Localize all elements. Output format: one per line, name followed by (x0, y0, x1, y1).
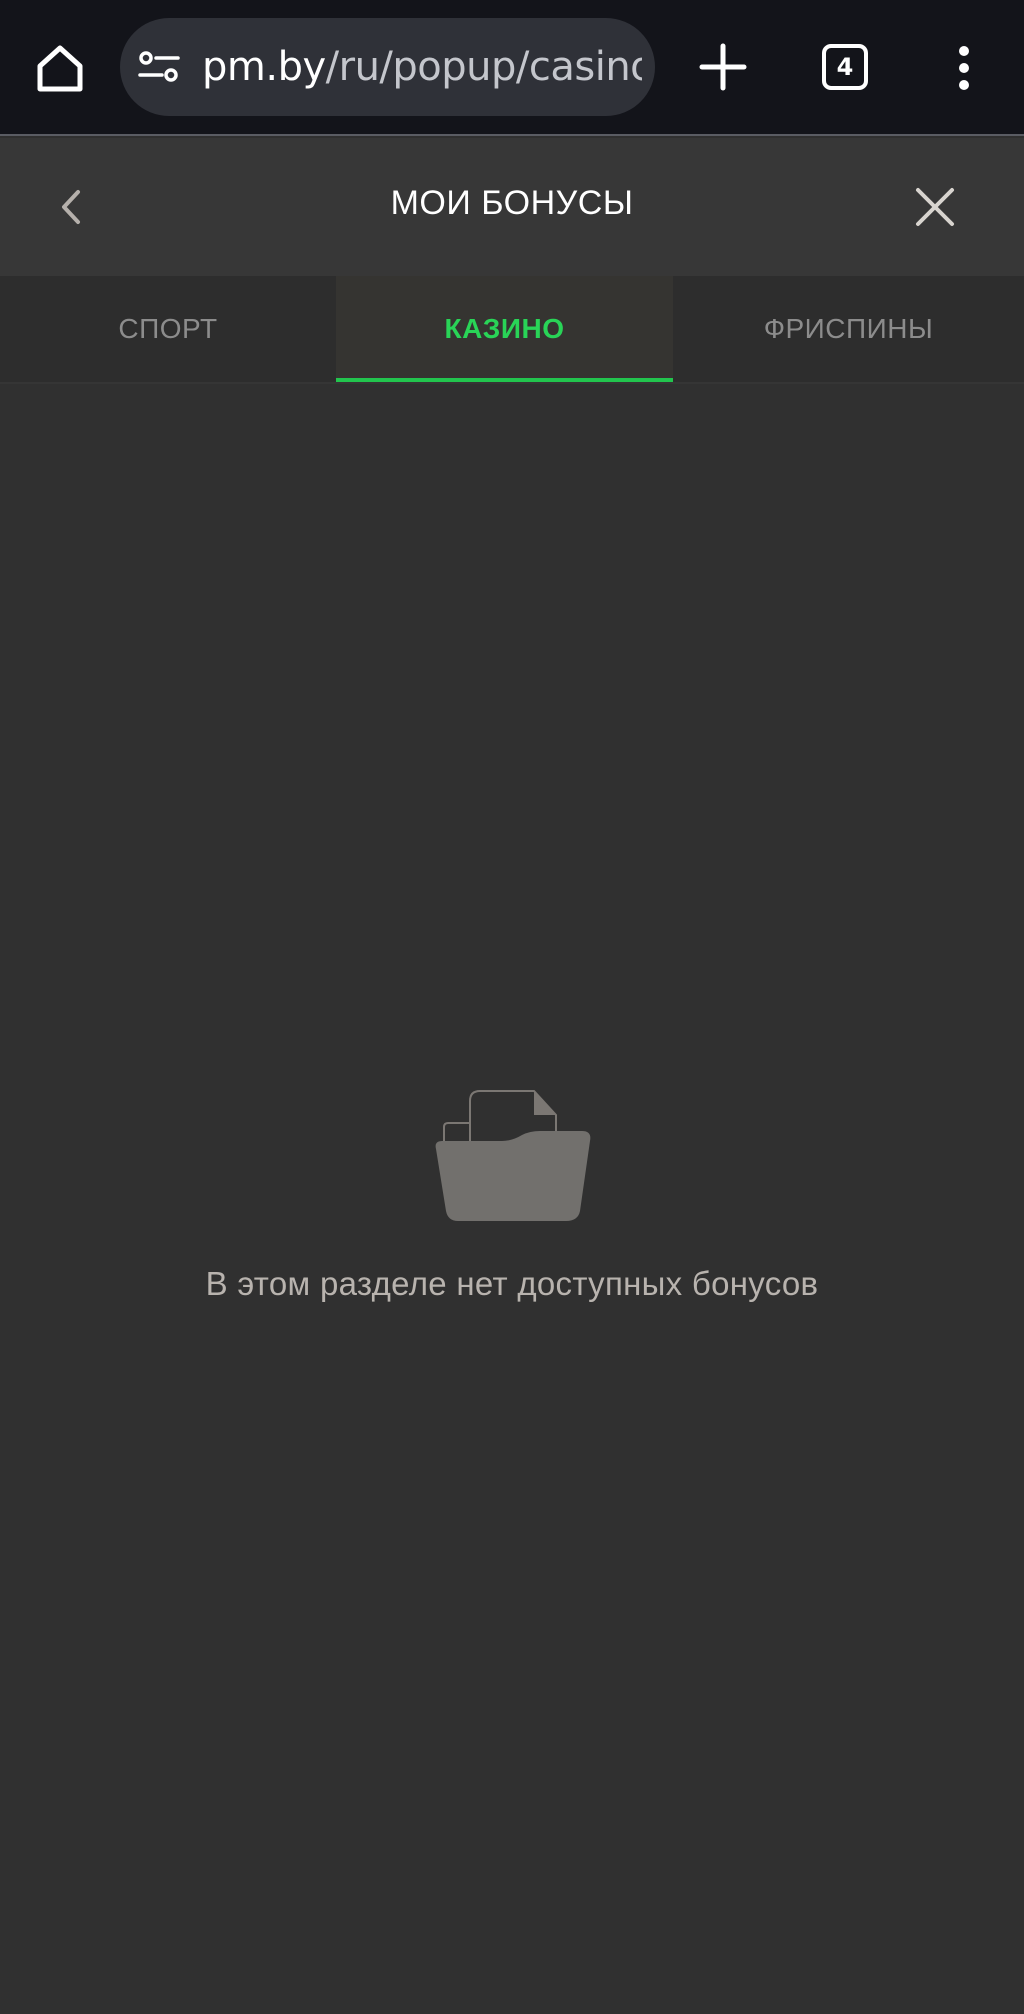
browser-toolbar: pm.by/ru/popup/casinob 4 (0, 0, 1024, 136)
tabs-icon[interactable]: 4 (822, 44, 868, 90)
url-path: /ru/popup/casinob (325, 44, 642, 90)
url-host: pm.by (202, 44, 326, 90)
tab-freespins-label: ФРИСПИНЫ (763, 313, 934, 344)
bonus-tabs: СПОРТ КАЗИНО ФРИСПИНЫ (0, 276, 1024, 384)
home-icon (37, 45, 83, 92)
home-button[interactable] (28, 38, 92, 98)
tab-count: 4 (836, 53, 854, 81)
empty-folder-icon (435, 1090, 591, 1221)
plus-icon[interactable] (694, 38, 752, 96)
close-icon[interactable] (910, 182, 960, 232)
empty-state: В этом разделе нет доступных бонусов (0, 1085, 1024, 1303)
page-title: МОИ БОНУСЫ (390, 184, 634, 222)
tab-sport[interactable]: СПОРТ (0, 276, 336, 382)
site-settings-icon[interactable] (138, 49, 180, 85)
empty-message: В этом разделе нет доступных бонусов (205, 1265, 819, 1302)
tab-casino-label: КАЗИНО (444, 313, 565, 344)
tab-sport-label: СПОРТ (118, 313, 218, 344)
address-bar[interactable]: pm.by/ru/popup/casinob (120, 18, 655, 116)
tab-casino[interactable]: КАЗИНО (336, 276, 673, 382)
popup-header: МОИ БОНУСЫ (0, 138, 1024, 276)
tab-freespins[interactable]: ФРИСПИНЫ (673, 276, 1024, 382)
more-vert-icon[interactable] (946, 44, 982, 92)
url-text[interactable]: pm.by/ru/popup/casinob (202, 44, 642, 90)
